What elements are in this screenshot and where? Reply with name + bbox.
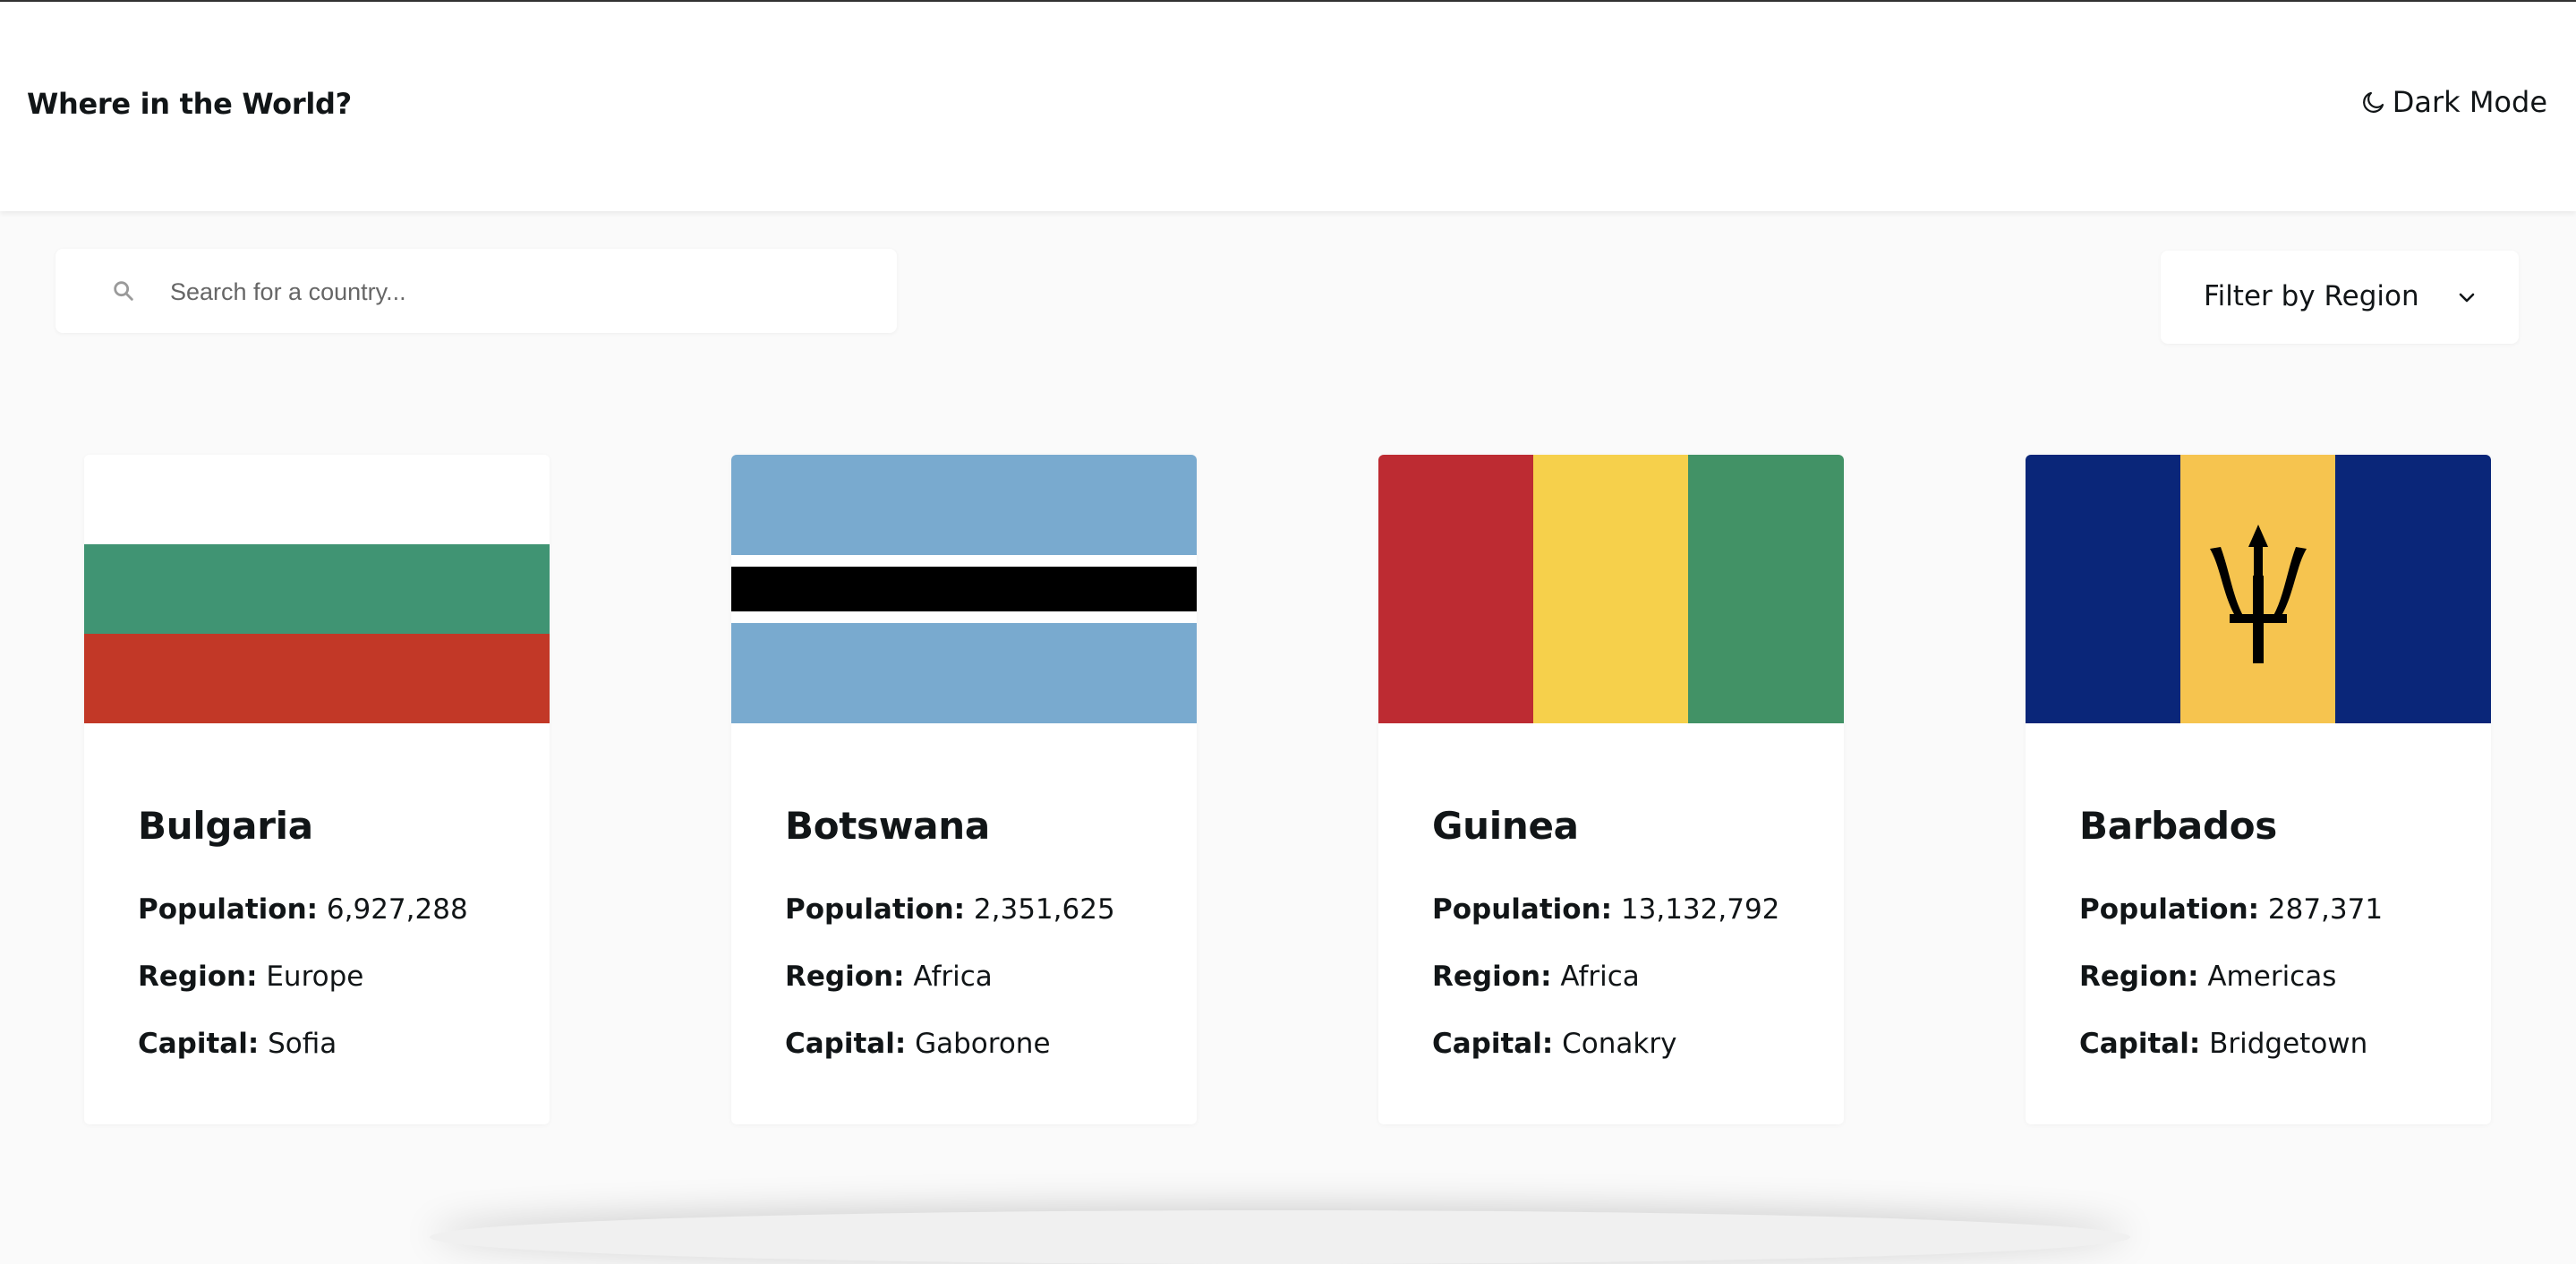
capital-row: Capital: Bridgetown [2079,1028,2367,1060]
app-header: Where in the World? Dark Mode [0,2,2576,211]
capital-row: Capital: Conakry [1432,1028,1676,1060]
population-value: 287,371 [2267,893,2384,926]
region-filter-label: Filter by Region [2204,280,2419,312]
country-name: Bulgaria [138,804,313,848]
flag-bulgaria [84,455,550,723]
capital-label: Capital: [785,1028,907,1060]
region-value: Americas [2207,961,2337,993]
region-value: Africa [1560,961,1640,993]
app-title: Where in the World? [27,87,352,121]
country-card-botswana[interactable]: Botswana Population: 2,351,625 Region: A… [731,455,1197,1124]
country-card-guinea[interactable]: Guinea Population: 13,132,792 Region: Af… [1378,455,1844,1124]
population-label: Population: [1432,893,1613,926]
population-label: Population: [138,893,319,926]
population-row: Population: 6,927,288 [138,893,468,926]
region-row: Region: Americas [2079,961,2336,993]
region-value: Europe [266,961,364,993]
population-value: 6,927,288 [326,893,468,926]
region-label: Region: [138,961,258,993]
region-row: Region: Africa [785,961,993,993]
region-label: Region: [785,961,905,993]
region-filter-dropdown[interactable]: Filter by Region [2161,251,2519,344]
capital-row: Capital: Gaborone [785,1028,1051,1060]
region-row: Region: Europe [138,961,363,993]
country-card-barbados[interactable]: Barbados Population: 287,371 Region: Ame… [2026,455,2491,1124]
chevron-down-icon [2459,293,2475,303]
capital-row: Capital: Sofia [138,1028,337,1060]
dark-mode-label: Dark Mode [2392,85,2547,119]
search-bar[interactable] [55,249,897,333]
country-name: Botswana [785,804,990,848]
population-row: Population: 2,351,625 [785,893,1115,926]
country-name: Barbados [2079,804,2277,848]
capital-value: Bridgetown [2209,1028,2368,1060]
population-row: Population: 13,132,792 [1432,893,1779,926]
region-value: Africa [913,961,993,993]
population-value: 13,132,792 [1620,893,1780,926]
region-label: Region: [1432,961,1552,993]
population-label: Population: [785,893,966,926]
flag-guinea [1378,455,1844,723]
capital-label: Capital: [2079,1028,2201,1060]
search-icon [114,281,133,301]
country-name: Guinea [1432,804,1579,848]
region-label: Region: [2079,961,2199,993]
population-value: 2,351,625 [973,893,1115,926]
moon-icon [2362,91,2384,113]
flag-barbados [2026,455,2491,723]
population-row: Population: 287,371 [2079,893,2383,926]
next-row-card-shadow [430,1210,2130,1264]
capital-value: Conakry [1562,1028,1677,1060]
flag-botswana [731,455,1197,723]
capital-value: Sofia [268,1028,337,1060]
region-row: Region: Africa [1432,961,1640,993]
dark-mode-toggle[interactable]: Dark Mode [2360,85,2547,119]
search-input[interactable] [168,269,870,315]
capital-label: Capital: [138,1028,260,1060]
country-card-bulgaria[interactable]: Bulgaria Population: 6,927,288 Region: E… [84,455,550,1124]
capital-label: Capital: [1432,1028,1554,1060]
capital-value: Gaborone [915,1028,1051,1060]
population-label: Population: [2079,893,2260,926]
